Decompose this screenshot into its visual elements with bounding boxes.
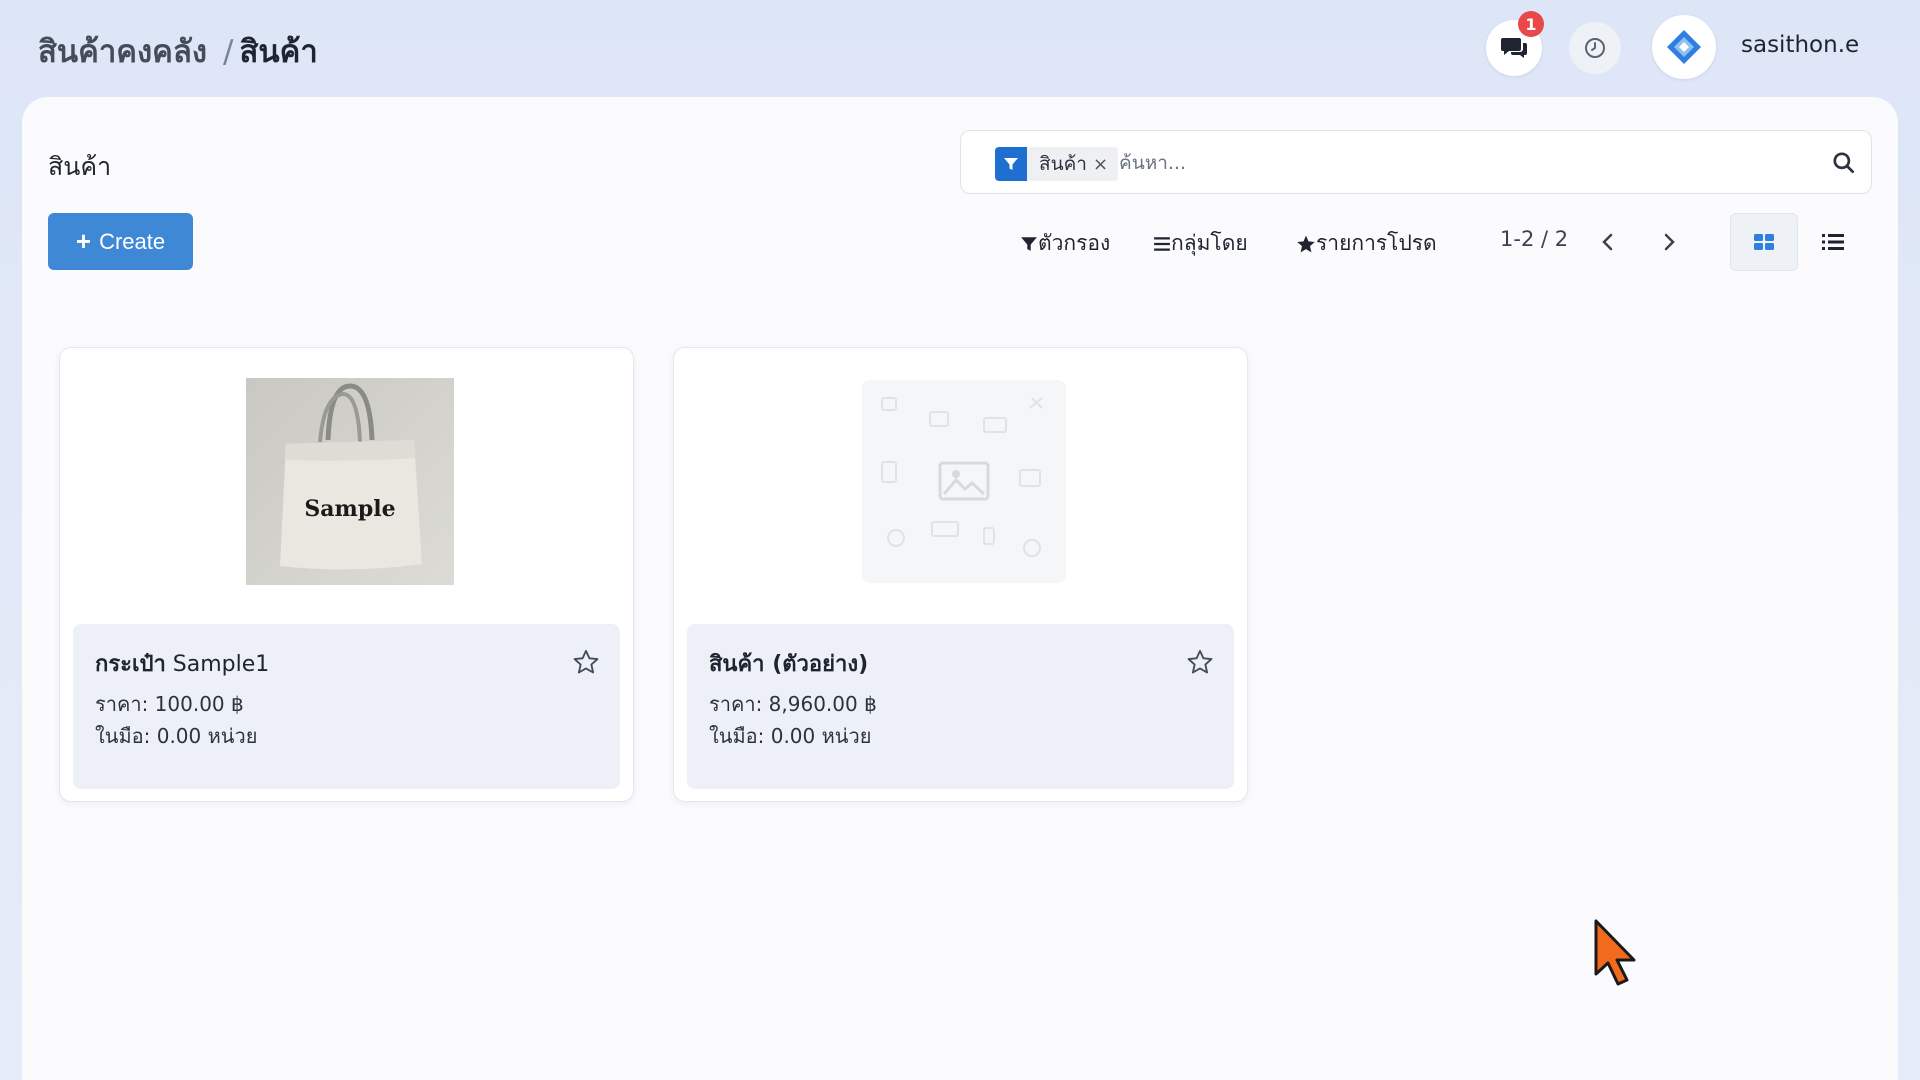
pager-value[interactable]: 1-2 / 2 (1500, 227, 1568, 251)
grid-icon (1754, 234, 1774, 250)
product-card[interactable]: สินค้า (ตัวอย่าง) ราคา: 8,960.00 ฿ ในมือ… (673, 347, 1248, 802)
filters-button[interactable]: ตัวกรอง (1020, 227, 1110, 260)
facet-label: สินค้า (1039, 153, 1087, 175)
notification-badge: 1 (1518, 11, 1544, 37)
next-page-button[interactable] (1654, 227, 1684, 257)
breadcrumb-parent[interactable]: สินค้าคงคลัง (38, 26, 207, 76)
search-bar: สินค้า × (960, 130, 1872, 194)
search-icon[interactable] (1831, 150, 1857, 176)
company-avatar[interactable] (1652, 15, 1716, 79)
mouse-cursor-icon (1594, 919, 1636, 986)
create-label: Create (99, 228, 166, 254)
create-button[interactable]: + Create (48, 213, 193, 270)
product-name: กระเป๋า Sample1 (95, 652, 270, 677)
previous-page-button[interactable] (1593, 227, 1623, 257)
group-by-button[interactable]: กลุ่มโดย (1153, 227, 1248, 260)
product-card-body: กระเป๋า Sample1 ราคา: 100.00 ฿ ในมือ: 0.… (73, 624, 620, 789)
favorite-star-icon[interactable] (1186, 648, 1214, 676)
breadcrumb-separator: / (223, 34, 234, 70)
product-card[interactable]: Sample กระเป๋า Sample1 ราคา: 100.00 ฿ ใน… (59, 347, 634, 802)
filter-facet-icon (995, 147, 1027, 181)
product-on-hand: ในมือ: 0.00 หน่วย (95, 724, 258, 748)
search-facet: สินค้า × (995, 147, 1119, 181)
breadcrumb: สินค้าคงคลัง / สินค้า (38, 26, 318, 76)
favorite-star-icon[interactable] (572, 648, 600, 676)
product-image-text: Sample (304, 496, 395, 522)
top-bar: สินค้าคงคลัง / สินค้า 1 sasithon.e (0, 0, 1920, 96)
plus-icon: + (75, 226, 92, 256)
company-logo-icon (1667, 30, 1701, 64)
list-view-button[interactable] (1799, 213, 1867, 271)
placeholder-image-icon (862, 380, 1066, 583)
product-price: ราคา: 100.00 ฿ (95, 692, 244, 716)
product-on-hand: ในมือ: 0.00 หน่วย (709, 724, 872, 748)
page-title: สินค้า (48, 152, 112, 181)
favorites-label: รายการโปรด (1316, 231, 1437, 255)
list-icon (1822, 234, 1844, 250)
chat-icon (1501, 38, 1527, 58)
breadcrumb-current: สินค้า (239, 34, 318, 70)
filter-icon (1021, 236, 1037, 251)
product-name: สินค้า (ตัวอย่าง) (709, 652, 869, 677)
chevron-left-icon (1602, 233, 1613, 251)
list-lines-icon (1154, 236, 1170, 251)
filters-label: ตัวกรอง (1038, 231, 1111, 255)
star-filled-icon (1297, 235, 1315, 252)
chevron-right-icon (1664, 233, 1675, 251)
facet-remove-button[interactable]: × (1091, 154, 1118, 175)
product-card-body: สินค้า (ตัวอย่าง) ราคา: 8,960.00 ฿ ในมือ… (687, 624, 1234, 789)
activity-button[interactable] (1569, 22, 1621, 74)
product-image: Sample (246, 378, 454, 585)
group-by-label: กลุ่มโดย (1171, 231, 1248, 255)
clock-icon (1585, 38, 1605, 58)
username[interactable]: sasithon.e (1741, 32, 1859, 58)
favorites-button[interactable]: รายการโปรด (1296, 227, 1437, 260)
product-price: ราคา: 8,960.00 ฿ (709, 692, 877, 716)
kanban-view-button[interactable] (1730, 213, 1798, 271)
search-input[interactable] (1119, 145, 1809, 181)
